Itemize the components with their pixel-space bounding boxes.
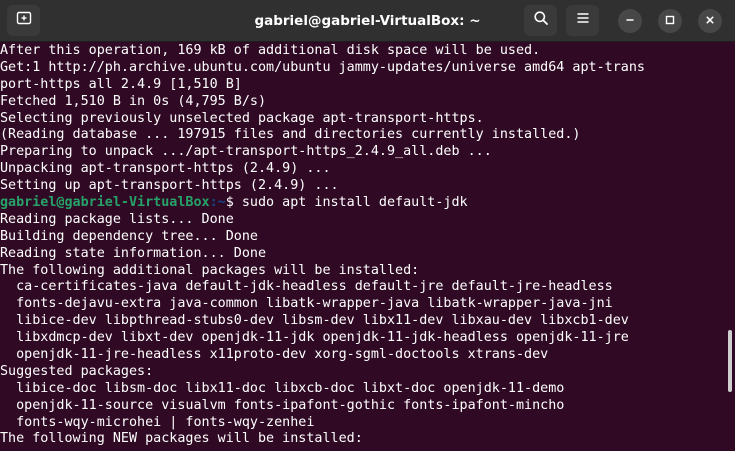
scrollbar[interactable] [728, 330, 732, 392]
minimize-button[interactable] [618, 9, 642, 33]
search-button[interactable] [524, 5, 557, 36]
prompt-user-host: gabriel@gabriel-VirtualBox [0, 195, 210, 211]
terminal-line: Reading state information... Done [0, 245, 267, 261]
menu-button[interactable] [566, 5, 599, 36]
terminal-line: fonts-wqy-microhei | fonts-wqy-zenhei [0, 414, 315, 430]
terminal-line: (Reading database ... 197915 files and d… [0, 127, 581, 143]
terminal-line: The following NEW packages will be insta… [0, 431, 363, 447]
terminal-line: The following additional packages will b… [0, 262, 420, 278]
new-tab-button[interactable] [7, 5, 40, 36]
hamburger-menu-icon [575, 10, 591, 31]
prompt-command: sudo apt install default-jdk [241, 195, 468, 211]
terminal-line: port-https all 2.4.9 [1,510 B] [0, 76, 242, 92]
terminal-line: libice-dev libpthread-stubs0-dev libsm-d… [0, 313, 629, 329]
terminal-line: fonts-dejavu-extra java-common libatk-wr… [0, 296, 613, 312]
maximize-button[interactable] [658, 9, 682, 33]
terminal-line: Selecting previously unselected package … [0, 110, 484, 126]
close-button[interactable] [698, 9, 722, 33]
terminal-output[interactable]: After this operation, 169 kB of addition… [0, 42, 722, 451]
close-icon [705, 12, 715, 30]
terminal-line: After this operation, 169 kB of addition… [0, 43, 541, 58]
new-tab-icon [16, 10, 32, 31]
prompt-symbol: $ [225, 195, 242, 211]
terminal-line: Building dependency tree... Done [0, 228, 258, 244]
prompt-line: gabriel@gabriel-VirtualBox:~$ sudo apt i… [0, 195, 722, 212]
terminal-line: Setting up apt-transport-https (2.4.9) .… [0, 178, 339, 194]
terminal-line: openjdk-11-source visualvm fonts-ipafont… [0, 397, 565, 413]
terminal-line: Suggested packages: [0, 363, 154, 379]
header-bar: gabriel@gabriel-VirtualBox: ~ [0, 0, 735, 42]
terminal-line: Reading package lists... Done [0, 211, 234, 227]
terminal-line: Unpacking apt-transport-https (2.4.9) ..… [0, 161, 331, 177]
terminal-line: Preparing to unpack .../apt-transport-ht… [0, 144, 492, 160]
minimize-icon [625, 12, 635, 30]
terminal-line: openjdk-11-jre-headless x11proto-dev xor… [0, 347, 549, 363]
terminal-line: libxdmcp-dev libxt-dev openjdk-11-jdk op… [0, 330, 629, 346]
terminal-line: Get:1 http://ph.archive.ubuntu.com/ubunt… [0, 59, 645, 75]
terminal-line: libice-doc libsm-doc libx11-doc libxcb-d… [0, 380, 565, 396]
prompt-path: :~ [209, 195, 226, 211]
maximize-icon [665, 12, 675, 30]
terminal-line: ca-certificates-java default-jdk-headles… [0, 279, 613, 295]
terminal-line: Fetched 1,510 B in 0s (4,795 B/s) [0, 93, 267, 109]
search-icon [533, 10, 549, 31]
terminal-window: gabriel@gabriel-VirtualBox: ~ After this… [0, 0, 735, 451]
